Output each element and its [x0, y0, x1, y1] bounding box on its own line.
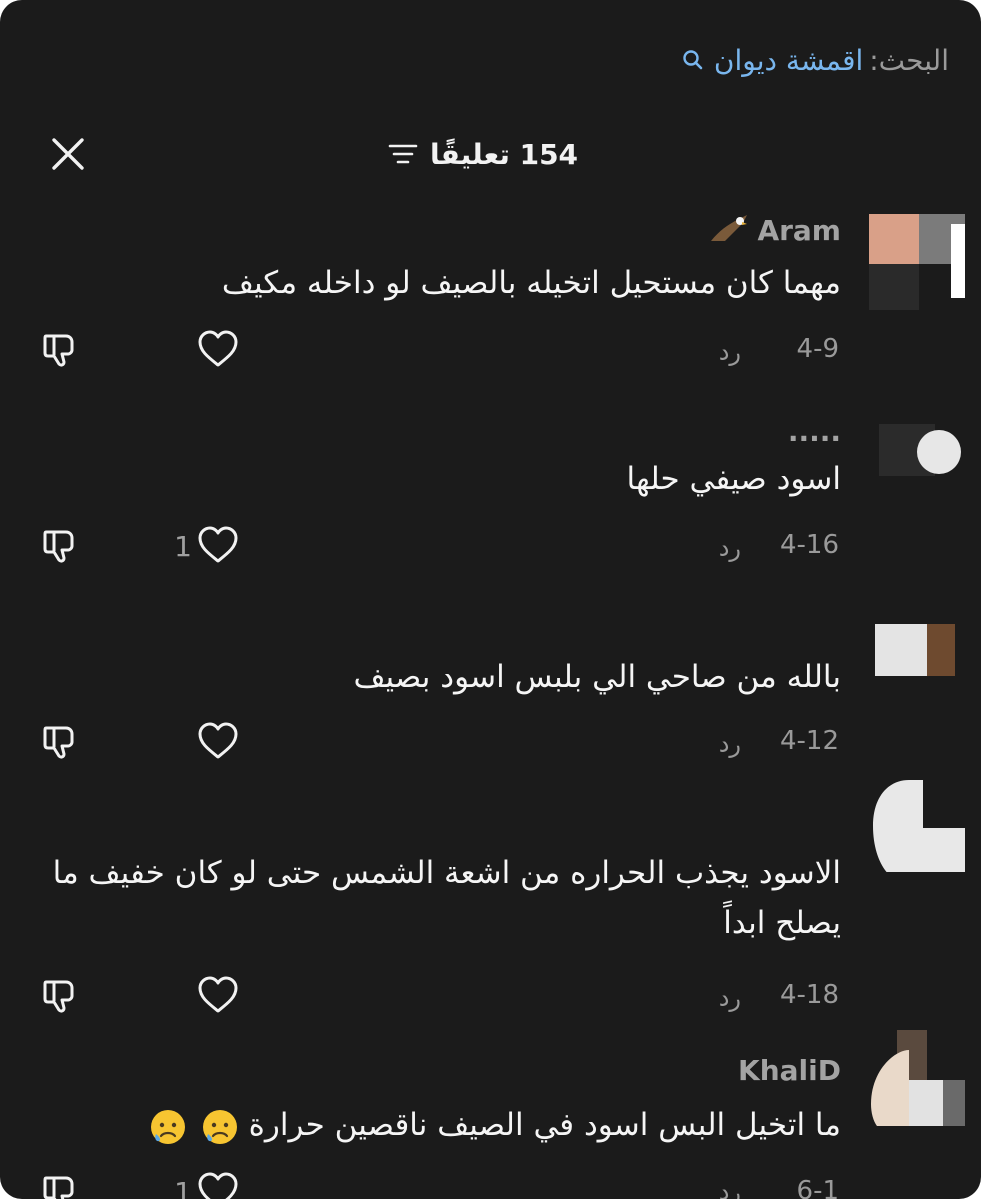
- comment-date: 4-16: [779, 530, 839, 560]
- thumbs-down-icon[interactable]: [40, 1170, 84, 1199]
- comment-username[interactable]: Aram: [709, 210, 841, 250]
- like-group[interactable]: 1: [160, 524, 240, 568]
- like-group[interactable]: [160, 328, 240, 372]
- sad-face-emoji: [202, 1109, 237, 1144]
- reply-button[interactable]: رد: [719, 730, 741, 758]
- reply-button[interactable]: رد: [719, 338, 741, 366]
- reply-button[interactable]: رد: [719, 1178, 741, 1199]
- like-group[interactable]: 1: [160, 1170, 240, 1199]
- comment-date: 4-9: [796, 334, 839, 364]
- filter-icon[interactable]: [388, 141, 418, 167]
- comment-date: 4-12: [779, 726, 839, 756]
- like-count: 1: [174, 1175, 192, 1199]
- comment-text: الاسود يجذب الحراره من اشعة الشمس حتى لو…: [52, 855, 841, 941]
- search-suggestion[interactable]: البحث: اقمشة ديوان: [682, 40, 949, 80]
- eagle-emoji: [711, 215, 748, 241]
- close-icon[interactable]: [51, 137, 85, 171]
- like-group[interactable]: [160, 974, 240, 1018]
- avatar[interactable]: [869, 620, 965, 716]
- comment-username[interactable]: .....: [788, 414, 841, 448]
- avatar[interactable]: [869, 214, 965, 310]
- comment-text: مهما كان مستحيل اتخيله بالصيف لو داخله م…: [221, 265, 841, 301]
- thumbs-down-icon[interactable]: [40, 720, 84, 764]
- reply-button[interactable]: رد: [719, 534, 741, 562]
- comment-text: بالله من صاحي الي بلبس اسود بصيف: [353, 659, 841, 695]
- comment-count-filter[interactable]: 154 تعليقًا: [388, 134, 578, 174]
- like-group[interactable]: [160, 720, 240, 764]
- comments-sheet: البحث: اقمشة ديوان 154 تعليقًا Aram مهما…: [0, 0, 981, 1199]
- heart-icon[interactable]: [196, 974, 240, 1018]
- search-icon[interactable]: [682, 49, 704, 71]
- comment-text: ما اتخيل البس اسود في الصيف ناقصين حرارة: [51, 1100, 841, 1150]
- comment-text: اسود صيفي حلها: [626, 461, 841, 497]
- heart-icon[interactable]: [196, 328, 240, 372]
- sad-face-emoji: [150, 1109, 185, 1144]
- thumbs-down-icon[interactable]: [40, 328, 84, 372]
- thumbs-down-icon[interactable]: [40, 524, 84, 568]
- like-count: 1: [174, 529, 192, 563]
- comment-date: 6-1: [796, 1176, 839, 1199]
- avatar[interactable]: [869, 1030, 965, 1126]
- heart-icon[interactable]: [196, 720, 240, 764]
- avatar[interactable]: [869, 420, 965, 516]
- heart-icon[interactable]: [196, 524, 240, 568]
- comment-date: 4-18: [779, 980, 839, 1010]
- close-button[interactable]: [48, 134, 88, 174]
- thumbs-down-icon[interactable]: [40, 974, 84, 1018]
- avatar[interactable]: [869, 776, 965, 872]
- search-query-link[interactable]: اقمشة ديوان: [714, 44, 863, 77]
- comments-header: 154 تعليقًا: [0, 128, 981, 180]
- reply-button[interactable]: رد: [719, 984, 741, 1012]
- comment-username[interactable]: KhaliD: [738, 1050, 841, 1090]
- search-label: البحث:: [869, 43, 949, 77]
- comment-count: 154 تعليقًا: [430, 137, 579, 171]
- heart-icon[interactable]: [196, 1170, 240, 1199]
